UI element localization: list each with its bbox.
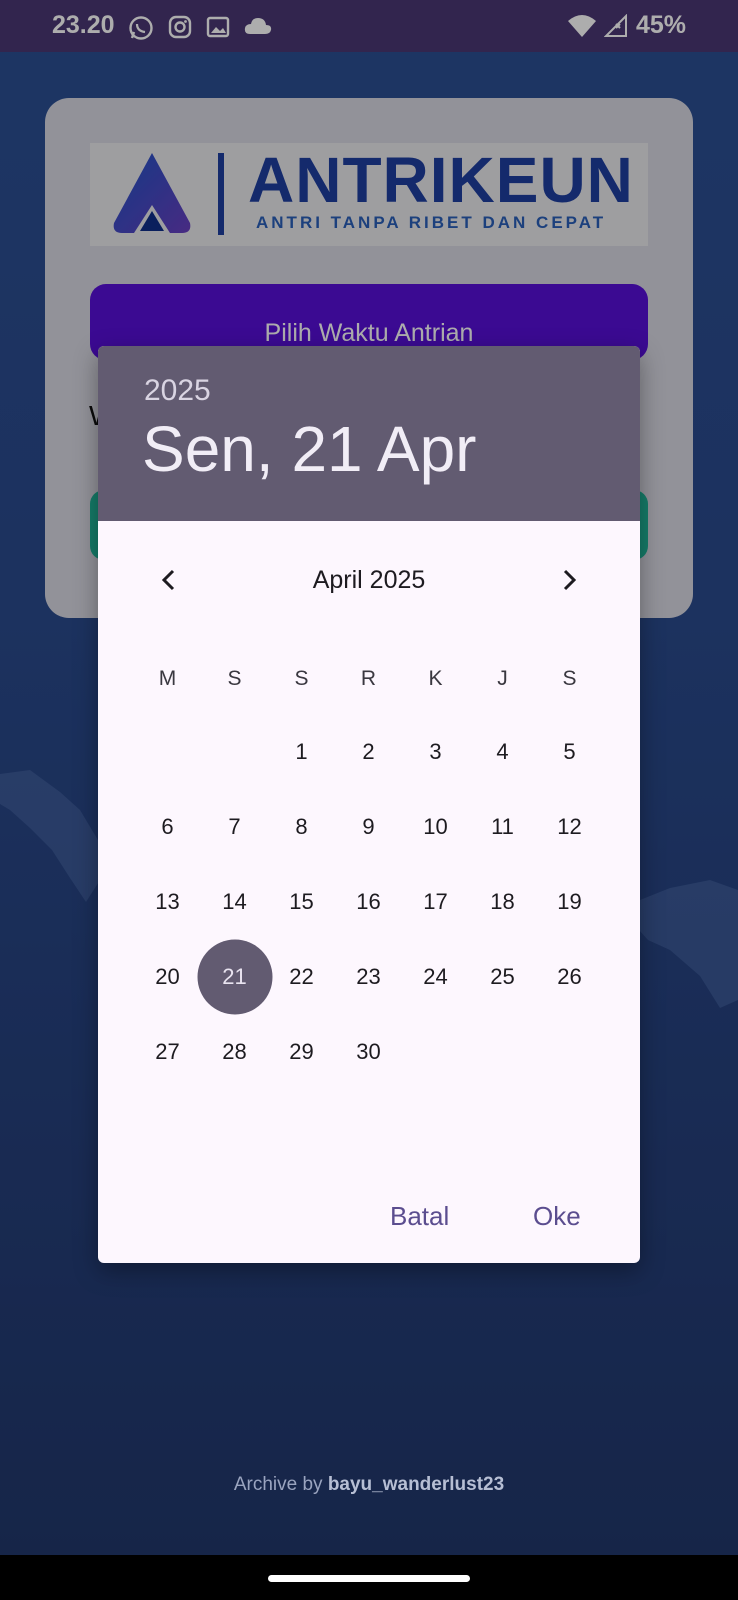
day-number: 9 bbox=[362, 813, 375, 839]
day-cell[interactable]: 4 bbox=[469, 714, 536, 789]
day-cell[interactable]: 25 bbox=[469, 939, 536, 1014]
day-number: 18 bbox=[490, 888, 515, 914]
day-number: 28 bbox=[222, 1038, 247, 1064]
day-number: 11 bbox=[491, 813, 514, 839]
day-number: 13 bbox=[155, 888, 180, 914]
day-cell[interactable]: 7 bbox=[201, 789, 268, 864]
day-number: 20 bbox=[155, 963, 180, 989]
day-cell[interactable]: 16 bbox=[335, 864, 402, 939]
weekday-label: K bbox=[428, 667, 443, 690]
day-cell[interactable]: 30 bbox=[335, 1014, 402, 1089]
date-picker-dialog: 2025 Sen, 21 Apr April 2025 MSSRKJS 1234… bbox=[98, 346, 640, 1263]
weekday-label: S bbox=[227, 667, 242, 690]
day-number: 17 bbox=[423, 888, 448, 914]
day-cell[interactable]: 15 bbox=[268, 864, 335, 939]
day-cell[interactable]: 3 bbox=[402, 714, 469, 789]
day-number: 21 bbox=[222, 963, 247, 989]
day-number: 24 bbox=[423, 963, 448, 989]
selected-date: Sen, 21 Apr bbox=[142, 413, 477, 485]
ok-button[interactable]: Oke bbox=[533, 1201, 581, 1232]
day-cell[interactable]: 19 bbox=[536, 864, 603, 939]
day-cell[interactable]: 17 bbox=[402, 864, 469, 939]
day-number: 22 bbox=[289, 963, 314, 989]
watermark: Archive by bayu_wanderlust23 bbox=[0, 1474, 738, 1496]
date-picker-header: 2025 Sen, 21 Apr bbox=[98, 346, 640, 521]
day-cell[interactable]: 26 bbox=[536, 939, 603, 1014]
empty-day-cell bbox=[134, 714, 201, 789]
day-number: 4 bbox=[496, 738, 509, 764]
day-number: 3 bbox=[429, 738, 442, 764]
weekday-label: J bbox=[497, 667, 508, 690]
selected-year[interactable]: 2025 bbox=[144, 374, 211, 408]
day-cell[interactable]: 11 bbox=[469, 789, 536, 864]
watermark-user: bayu_wanderlust23 bbox=[327, 1474, 505, 1495]
day-cell[interactable]: 2 bbox=[335, 714, 402, 789]
day-number: 1 bbox=[295, 738, 308, 764]
day-cell[interactable]: 27 bbox=[134, 1014, 201, 1089]
weekday-label: S bbox=[562, 667, 577, 690]
day-cell[interactable]: 20 bbox=[134, 939, 201, 1014]
day-cell[interactable]: 12 bbox=[536, 789, 603, 864]
day-cell[interactable]: 29 bbox=[268, 1014, 335, 1089]
day-number: 30 bbox=[356, 1038, 381, 1064]
day-number: 16 bbox=[356, 888, 381, 914]
day-number: 14 bbox=[222, 888, 247, 914]
month-navigation: April 2025 bbox=[98, 556, 640, 606]
weekday-label: M bbox=[158, 667, 177, 690]
weekday-label: R bbox=[360, 667, 377, 690]
day-cell[interactable]: 24 bbox=[402, 939, 469, 1014]
day-cell[interactable]: 10 bbox=[402, 789, 469, 864]
day-number: 29 bbox=[289, 1038, 314, 1064]
day-number: 26 bbox=[557, 963, 582, 989]
day-cell-selected[interactable]: 21 bbox=[197, 939, 272, 1014]
day-number: 2 bbox=[362, 738, 375, 764]
day-number: 23 bbox=[356, 963, 381, 989]
day-number: 19 bbox=[557, 888, 582, 914]
day-number: 12 bbox=[557, 813, 582, 839]
day-number: 7 bbox=[228, 813, 241, 839]
day-number: 27 bbox=[155, 1038, 180, 1064]
watermark-prefix: Archive by bbox=[233, 1474, 323, 1495]
calendar-days: 1 2 3 4 5 6 7 8 9 10 11 12 13 14 15 16 17 18 19 20 21 22 23 24 2… bbox=[134, 714, 603, 1089]
day-cell[interactable]: 1 bbox=[268, 714, 335, 789]
day-cell[interactable]: 9 bbox=[335, 789, 402, 864]
home-gesture-pill[interactable] bbox=[268, 1575, 470, 1582]
cancel-button[interactable]: Batal bbox=[390, 1201, 449, 1232]
weekday-label: S bbox=[294, 667, 309, 690]
day-cell[interactable]: 8 bbox=[268, 789, 335, 864]
empty-day-cell bbox=[201, 714, 268, 789]
day-number: 6 bbox=[161, 813, 174, 839]
day-cell[interactable]: 23 bbox=[335, 939, 402, 1014]
day-number: 15 bbox=[289, 888, 314, 914]
day-cell[interactable]: 14 bbox=[201, 864, 268, 939]
day-number: 25 bbox=[490, 963, 515, 989]
dialog-actions: Batal Oke bbox=[98, 1201, 640, 1247]
day-number: 10 bbox=[423, 813, 448, 839]
day-cell[interactable]: 28 bbox=[201, 1014, 268, 1089]
weekday-header: MSSRKJS bbox=[134, 659, 603, 699]
day-number: 8 bbox=[295, 813, 308, 839]
day-cell[interactable]: 22 bbox=[268, 939, 335, 1014]
day-cell[interactable]: 13 bbox=[134, 864, 201, 939]
day-cell[interactable]: 5 bbox=[536, 714, 603, 789]
day-number: 5 bbox=[563, 738, 576, 764]
day-cell[interactable]: 6 bbox=[134, 789, 201, 864]
next-month-button[interactable] bbox=[547, 558, 591, 602]
day-cell[interactable]: 18 bbox=[469, 864, 536, 939]
chevron-right-icon bbox=[563, 569, 577, 591]
